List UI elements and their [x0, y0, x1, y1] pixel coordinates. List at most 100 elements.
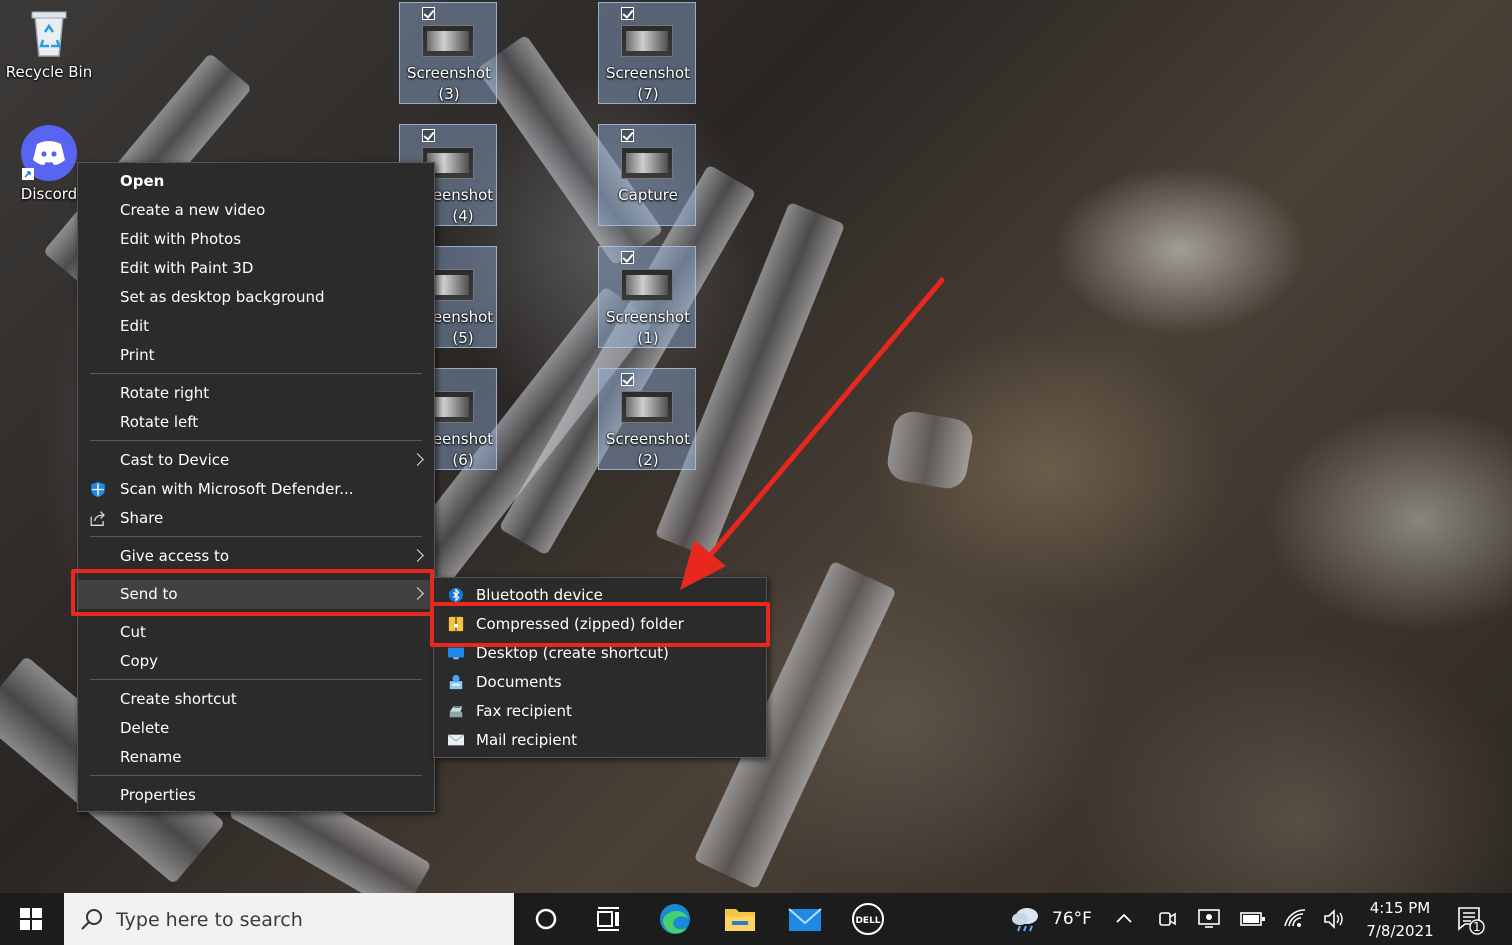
menu-separator [90, 373, 422, 374]
clock-date: 7/8/2021 [1366, 922, 1434, 940]
menu-item-rotate-left[interactable]: Rotate left [78, 408, 434, 437]
selection-checkbox[interactable] [422, 129, 435, 142]
menu-item-label: Rotate right [120, 384, 210, 402]
file-number: (7) [637, 85, 659, 103]
selection-checkbox[interactable] [621, 129, 634, 142]
context-menu: Open Create a new video Edit with Photos… [77, 162, 435, 812]
taskbar: DELL 76°F 4:15 PM 7/8/2021 1 [0, 893, 1512, 945]
dell-icon[interactable]: DELL [848, 901, 888, 937]
file-name: eenshot [432, 186, 494, 204]
taskbar-search-box[interactable] [64, 893, 514, 945]
menu-item-share[interactable]: Share [78, 504, 434, 533]
file-screenshot-3[interactable]: Screenshot (3) [399, 2, 497, 104]
menu-item-cast-to-device[interactable]: Cast to Device [78, 446, 434, 475]
file-number: (1) [637, 329, 659, 347]
bluetooth-icon [448, 587, 464, 603]
menu-item-edit[interactable]: Edit [78, 312, 434, 341]
menu-item-label: Scan with Microsoft Defender... [120, 480, 354, 498]
chevron-right-icon [411, 549, 424, 562]
edge-icon[interactable] [655, 901, 695, 937]
windows-logo-icon [20, 908, 42, 930]
image-thumbnail [621, 25, 673, 57]
menu-item-label: Copy [120, 652, 159, 670]
file-number: (3) [438, 85, 460, 103]
start-button[interactable] [0, 893, 62, 945]
menu-item-scan-defender[interactable]: Scan with Microsoft Defender... [78, 475, 434, 504]
image-thumbnail [621, 391, 673, 423]
clock-time: 4:15 PM [1369, 899, 1431, 917]
compressed-folder-highlight-box [430, 602, 770, 647]
send-to-documents[interactable]: Documents [434, 668, 766, 697]
menu-item-print[interactable]: Print [78, 341, 434, 370]
submenu-item-label: Mail recipient [476, 731, 578, 749]
meet-now-icon[interactable] [1156, 908, 1178, 930]
menu-item-edit-with-paint-3d[interactable]: Edit with Paint 3D [78, 254, 434, 283]
taskbar-clock[interactable]: 4:15 PM 7/8/2021 [1360, 897, 1440, 943]
submenu-item-label: Documents [476, 673, 562, 691]
search-input[interactable] [114, 901, 508, 939]
selection-checkbox[interactable] [422, 7, 435, 20]
desktop-icon [448, 647, 464, 660]
display-settings-icon[interactable] [1197, 908, 1221, 930]
notification-count-badge: 1 [1473, 920, 1481, 934]
fax-icon [449, 706, 463, 718]
weather-temperature[interactable]: 76°F [1052, 909, 1092, 929]
menu-item-label: Edit [120, 317, 150, 335]
documents-icon [449, 674, 463, 690]
image-thumbnail [422, 25, 474, 57]
mail-icon[interactable] [785, 901, 825, 937]
menu-item-properties[interactable]: Properties [78, 781, 434, 810]
selection-checkbox[interactable] [621, 7, 634, 20]
file-name: eenshot [432, 430, 494, 448]
menu-item-label: Edit with Paint 3D [120, 259, 254, 277]
menu-item-cut[interactable]: Cut [78, 618, 434, 647]
task-view-icon[interactable] [588, 901, 628, 937]
send-to-fax-recipient[interactable]: Fax recipient [434, 697, 766, 726]
volume-icon[interactable] [1322, 908, 1346, 930]
file-screenshot-2[interactable]: Screenshot (2) [598, 368, 696, 470]
menu-item-label: Create a new video [120, 201, 266, 219]
menu-item-create-new-video[interactable]: Create a new video [78, 196, 434, 225]
wifi-icon[interactable] [1283, 908, 1307, 930]
menu-separator [90, 536, 422, 537]
menu-item-edit-with-photos[interactable]: Edit with Photos [78, 225, 434, 254]
cortana-icon[interactable] [526, 901, 566, 937]
file-number: (6) [452, 451, 474, 469]
menu-item-set-desktop-background[interactable]: Set as desktop background [78, 283, 434, 312]
recycle-bin-icon [31, 11, 67, 57]
send-to-mail-recipient[interactable]: Mail recipient [434, 726, 766, 755]
file-name: Screenshot [606, 64, 690, 82]
selection-checkbox[interactable] [621, 251, 634, 264]
file-screenshot-7[interactable]: Screenshot (7) [598, 2, 696, 104]
selection-checkbox[interactable] [621, 373, 634, 386]
menu-item-open[interactable]: Open [78, 167, 434, 196]
menu-item-label: Rename [120, 748, 182, 766]
file-name: eenshot [432, 308, 494, 326]
menu-item-give-access-to[interactable]: Give access to [78, 542, 434, 571]
send-to-highlight-box [71, 569, 434, 616]
menu-item-copy[interactable]: Copy [78, 647, 434, 676]
recycle-bin-label: Recycle Bin [5, 63, 93, 81]
menu-item-create-shortcut[interactable]: Create shortcut [78, 685, 434, 714]
share-icon [90, 511, 105, 526]
menu-item-rename[interactable]: Rename [78, 743, 434, 772]
weather-icon[interactable] [1010, 904, 1042, 934]
recycle-bin-icon[interactable]: Recycle Bin [0, 2, 98, 92]
mail-icon [447, 734, 465, 746]
notification-center-icon[interactable] [1456, 905, 1486, 935]
menu-separator [90, 775, 422, 776]
file-number: (2) [637, 451, 659, 469]
menu-item-rotate-right[interactable]: Rotate right [78, 379, 434, 408]
show-hidden-icons-chevron-icon[interactable] [1114, 909, 1134, 929]
file-name: Screenshot [606, 308, 690, 326]
defender-shield-icon [91, 481, 105, 498]
menu-item-delete[interactable]: Delete [78, 714, 434, 743]
submenu-item-label: Fax recipient [476, 702, 572, 720]
file-screenshot-1[interactable]: Screenshot (1) [598, 246, 696, 348]
file-capture[interactable]: Capture [598, 124, 696, 226]
battery-icon[interactable] [1240, 911, 1266, 927]
menu-item-label: Give access to [120, 547, 230, 565]
file-explorer-icon[interactable] [720, 901, 760, 937]
discord-icon [21, 125, 77, 181]
menu-separator [90, 679, 422, 680]
